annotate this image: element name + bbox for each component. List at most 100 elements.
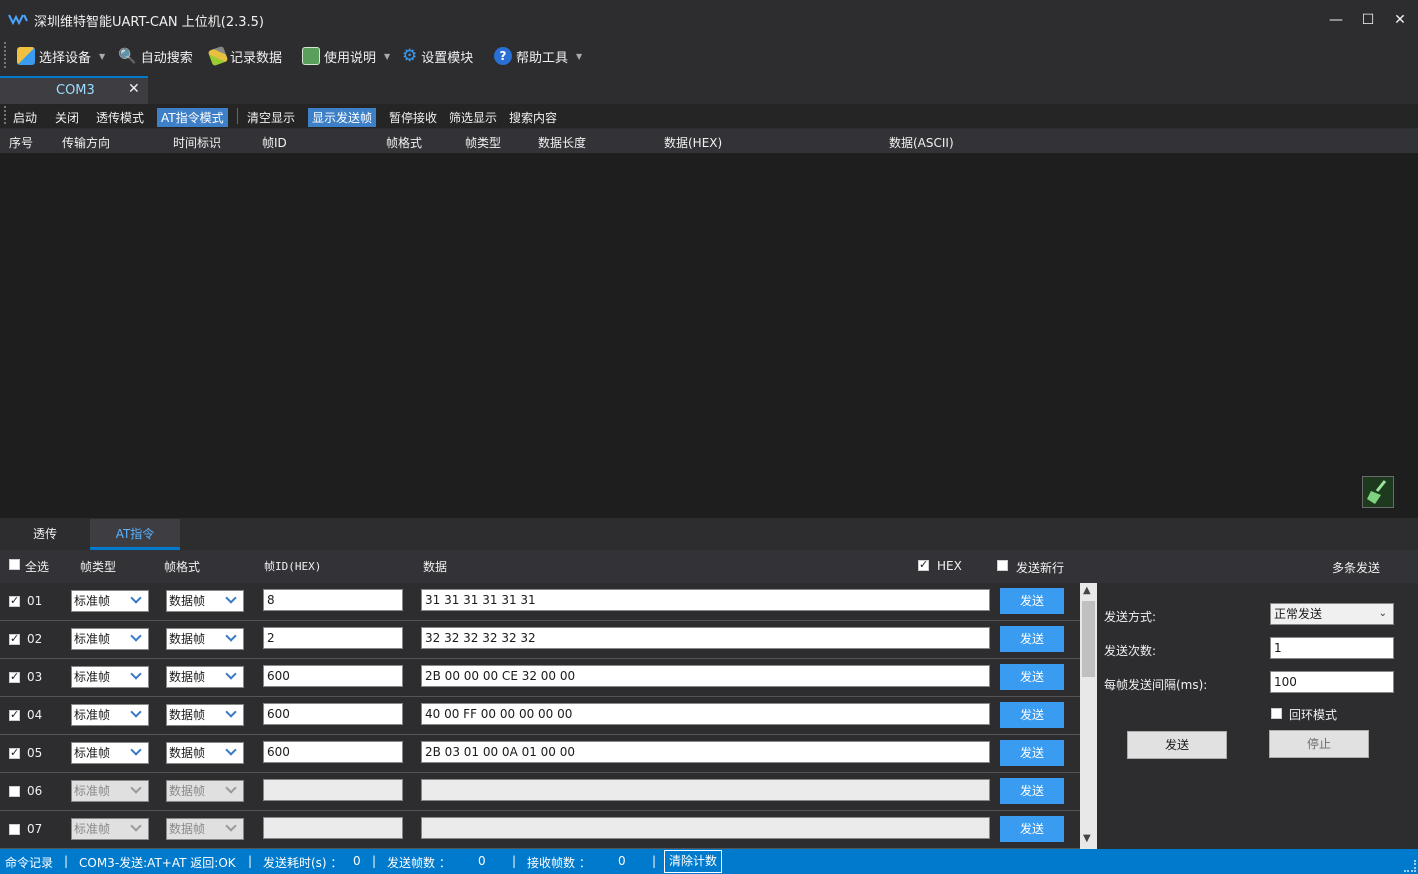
column-header[interactable]: 数据长度 (538, 134, 586, 151)
row-checkbox[interactable] (9, 786, 20, 797)
toolbar-grip[interactable] (4, 42, 6, 68)
row-checkbox[interactable] (9, 594, 20, 607)
row-send-button[interactable]: 发送 (1000, 740, 1064, 766)
row-checkbox[interactable] (9, 746, 20, 759)
loop-mode-checkbox[interactable] (1271, 708, 1282, 722)
send-mode-select[interactable]: 正常发送 ⌄ (1270, 603, 1394, 625)
filter-display-button[interactable]: 筛选显示 (445, 108, 501, 127)
multi-send-button[interactable]: 发送 (1127, 731, 1227, 759)
passthrough-mode-button[interactable]: 透传模式 (92, 108, 148, 127)
broom-icon (1367, 480, 1387, 504)
frame-id-input[interactable]: 2 (263, 627, 403, 649)
frame-format-select[interactable]: 数据帧 (166, 666, 244, 688)
frame-format-select[interactable]: 数据帧 (166, 704, 244, 726)
command-log-label[interactable]: 命令记录 (5, 854, 53, 871)
tab-com3[interactable]: COM3 ✕ (0, 76, 148, 104)
frame-type-select[interactable]: 标准帧 (71, 666, 149, 688)
frame-id-input[interactable]: 600 (263, 665, 403, 687)
row-send-button[interactable]: 发送 (1000, 778, 1064, 804)
column-header[interactable]: 传输方向 (62, 134, 110, 151)
frame-type-select[interactable]: 标准帧 (71, 628, 149, 650)
data-input[interactable] (421, 779, 990, 801)
settings-button[interactable]: ⚙ 设置模块 (402, 45, 473, 67)
frame-type-select[interactable]: 标准帧 (71, 780, 149, 802)
help-tools-button[interactable]: ? 帮助工具 ▼ (494, 45, 582, 67)
column-header[interactable]: 序号 (9, 134, 33, 151)
scroll-down-icon[interactable]: ▼ (1083, 833, 1091, 844)
frame-format-select[interactable]: 数据帧 (166, 628, 244, 650)
frame-type-select[interactable]: 标准帧 (71, 704, 149, 726)
frame-interval-input[interactable]: 100 (1270, 671, 1394, 693)
data-input[interactable] (421, 817, 990, 839)
column-header[interactable]: 时间标识 (173, 134, 221, 151)
stop-button[interactable]: 停止 (1269, 730, 1369, 758)
column-header[interactable]: 数据(HEX) (664, 134, 722, 151)
row-send-button[interactable]: 发送 (1000, 816, 1064, 842)
auto-search-button[interactable]: 🔍 自动搜索 (118, 45, 193, 67)
frame-type-select[interactable]: 标准帧 (71, 818, 149, 840)
newline-checkbox[interactable] (997, 560, 1008, 574)
clear-count-button[interactable]: 清除计数 (664, 850, 722, 873)
frame-format-value: 数据帧 (169, 784, 206, 798)
frame-id-input[interactable] (263, 817, 403, 839)
tab-at-commands[interactable]: AT指令 (90, 519, 180, 550)
hex-label: HEX (937, 559, 962, 573)
action-bar-grip[interactable] (4, 106, 6, 124)
at-mode-button[interactable]: AT指令模式 (157, 108, 228, 127)
data-input[interactable]: 40 00 FF 00 00 00 00 00 (421, 703, 990, 725)
hex-checkbox[interactable] (918, 558, 929, 574)
scroll-thumb[interactable] (1082, 601, 1095, 677)
send-count-input[interactable]: 1 (1270, 637, 1394, 659)
close-port-button[interactable]: 关闭 (51, 108, 83, 127)
data-input[interactable]: 31 31 31 31 31 31 (421, 589, 990, 611)
data-input[interactable]: 32 32 32 32 32 32 (421, 627, 990, 649)
tab-passthrough[interactable]: 透传 (0, 519, 90, 550)
row-send-button[interactable]: 发送 (1000, 702, 1064, 728)
close-window-button[interactable]: ✕ (1390, 10, 1410, 30)
data-grid[interactable] (0, 153, 1418, 518)
frame-id-input[interactable] (263, 779, 403, 801)
row-send-button[interactable]: 发送 (1000, 664, 1064, 690)
select-all-checkbox[interactable] (9, 559, 20, 573)
clear-display-button[interactable]: 清空显示 (243, 108, 299, 127)
scroll-up-icon[interactable]: ▲ (1083, 585, 1091, 596)
send-list-scrollbar[interactable]: ▲ ▼ (1080, 583, 1097, 849)
start-button[interactable]: 启动 (9, 108, 41, 127)
row-send-button[interactable]: 发送 (1000, 588, 1064, 614)
frame-id-input[interactable]: 8 (263, 589, 403, 611)
search-content-button[interactable]: 搜索内容 (505, 108, 561, 127)
frame-format-select[interactable]: 数据帧 (166, 742, 244, 764)
column-header[interactable]: 帧ID (262, 134, 287, 151)
clear-broom-button[interactable] (1362, 476, 1394, 508)
row-checkbox[interactable] (9, 824, 20, 835)
frame-id-input[interactable]: 600 (263, 703, 403, 725)
frame-type-select[interactable]: 标准帧 (71, 742, 149, 764)
pencil-icon (207, 45, 229, 67)
frame-format-select[interactable]: 数据帧 (166, 780, 244, 802)
maximize-button[interactable]: ☐ (1358, 10, 1378, 30)
data-input[interactable]: 2B 00 00 00 CE 32 00 00 (421, 665, 990, 687)
row-checkbox[interactable] (9, 708, 20, 721)
show-sent-frames-button[interactable]: 显示发送帧 (308, 108, 377, 127)
frame-format-select[interactable]: 数据帧 (166, 590, 244, 612)
minimize-button[interactable]: — (1326, 10, 1346, 30)
column-header[interactable]: 帧格式 (386, 134, 422, 151)
data-input[interactable]: 2B 03 01 00 0A 01 00 00 (421, 741, 990, 763)
row-checkbox[interactable] (9, 670, 20, 683)
record-data-button[interactable]: 记录数据 (207, 45, 282, 67)
frame-type-select[interactable]: 标准帧 (71, 590, 149, 612)
bottom-tab-strip (0, 519, 1418, 550)
pause-receive-button[interactable]: 暂停接收 (385, 108, 441, 127)
row-send-button[interactable]: 发送 (1000, 626, 1064, 652)
tab-com3-label: COM3 (56, 83, 95, 98)
column-header[interactable]: 数据(ASCII) (889, 134, 954, 151)
column-header[interactable]: 帧类型 (465, 134, 501, 151)
row-number: 04 (27, 708, 43, 722)
resize-grip-icon[interactable] (1404, 860, 1416, 872)
frame-id-input[interactable]: 600 (263, 741, 403, 763)
frame-format-select[interactable]: 数据帧 (166, 818, 244, 840)
manual-button[interactable]: 使用说明 ▼ (302, 45, 390, 67)
close-tab-icon[interactable]: ✕ (128, 81, 140, 97)
select-device-button[interactable]: 选择设备 ▼ (17, 45, 105, 67)
row-checkbox[interactable] (9, 632, 20, 645)
